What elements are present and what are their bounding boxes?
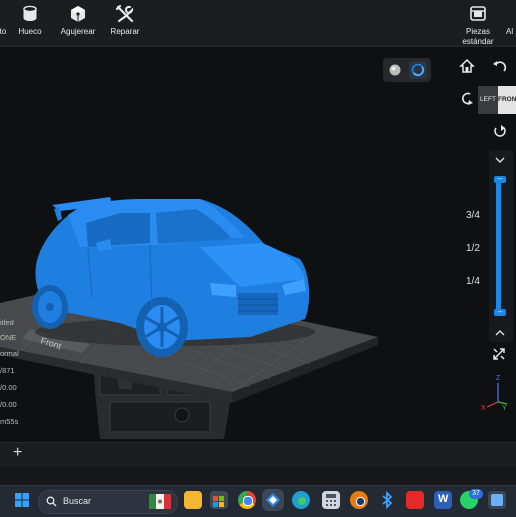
xray-icon	[411, 63, 425, 77]
whatsapp-unread-badge: 37	[469, 489, 483, 499]
axis-gizmo: Z X Y	[481, 375, 508, 412]
mexico-flag-icon	[149, 494, 171, 509]
undo-rotate-icon[interactable]	[492, 58, 508, 74]
render-mode-toggle	[383, 58, 431, 82]
drill-button[interactable]: Agujerear	[56, 0, 100, 46]
scene-render: Front	[0, 197, 378, 439]
standard-parts-button[interactable]: Piezas estándar	[460, 0, 496, 46]
file-explorer-icon[interactable]	[184, 491, 202, 509]
home-icon[interactable]	[459, 58, 475, 74]
toolbar-item-label: to	[0, 27, 7, 36]
toolbar-item-partial[interactable]: to	[0, 0, 10, 46]
rotate-right-icon[interactable]	[492, 124, 508, 140]
app-icon[interactable]	[488, 491, 506, 509]
bottom-bar	[0, 442, 516, 467]
edge-icon[interactable]	[292, 491, 310, 509]
word-icon[interactable]: W	[434, 491, 452, 509]
standard-parts-label-line2: estándar	[462, 37, 494, 46]
svg-text:Y: Y	[502, 405, 507, 412]
bottom-strip	[0, 467, 516, 485]
info-line: /871	[0, 366, 15, 375]
svg-text:X: X	[481, 405, 486, 412]
calculator-icon[interactable]	[322, 491, 340, 509]
info-line: /0.00	[0, 400, 17, 409]
3d-slicer-app-icon[interactable]	[264, 491, 282, 509]
layer-slider-track[interactable]	[496, 178, 501, 314]
fraction-three-quarters: 3/4	[466, 210, 480, 221]
add-button[interactable]: +	[13, 444, 22, 462]
view-cube-left[interactable]: LEFT	[478, 86, 498, 114]
info-line: ormal	[0, 349, 19, 358]
repair-button[interactable]: Reparar	[108, 0, 142, 46]
pdf-app-icon[interactable]	[406, 491, 424, 509]
layer-slider-bottom-handle[interactable]: –	[494, 308, 506, 316]
standard-parts-label-line1: Piezas	[465, 27, 490, 36]
xray-view-button[interactable]	[409, 61, 427, 79]
3d-viewport[interactable]: Front	[0, 47, 516, 441]
toolbar-item-partial-right[interactable]: Al	[506, 0, 516, 46]
hollow-button[interactable]: Hueco	[14, 0, 46, 46]
chevron-up-icon[interactable]	[494, 328, 506, 338]
toolbar-item-label-right: Al	[506, 27, 514, 36]
front-wheel	[136, 297, 188, 357]
view-cube[interactable]: LEFT FRONT	[478, 86, 516, 114]
car-model[interactable]	[32, 197, 315, 357]
info-line: ONE	[0, 333, 17, 342]
repair-label: Reparar	[110, 27, 140, 36]
wrench-screwdriver-icon	[115, 4, 134, 23]
hollow-label: Hueco	[18, 27, 42, 36]
info-line: itled	[0, 318, 14, 327]
sphere-icon	[389, 64, 401, 76]
bluetooth-icon[interactable]	[378, 491, 396, 509]
taskbar-search[interactable]: Buscar	[38, 490, 178, 514]
view-cube-front[interactable]: FRONT	[498, 86, 516, 114]
fraction-half: 1/2	[466, 243, 480, 254]
info-line: m55s	[0, 417, 19, 426]
layer-slider-fill	[496, 178, 501, 314]
svg-text:Z: Z	[496, 375, 501, 382]
chevron-down-icon[interactable]	[494, 155, 506, 165]
cylinder-icon	[23, 5, 37, 21]
info-line: /0.00	[0, 383, 17, 392]
solid-view-button[interactable]	[386, 61, 404, 79]
search-placeholder: Buscar	[63, 496, 92, 506]
chrome-icon[interactable]	[238, 491, 256, 509]
blender-icon[interactable]	[350, 491, 368, 509]
rotate-left-icon[interactable]	[459, 91, 475, 107]
windows-start-icon[interactable]	[14, 492, 30, 508]
cube-icon	[71, 6, 85, 22]
store-icon[interactable]	[210, 491, 228, 509]
fraction-quarter: 1/4	[466, 276, 480, 287]
parts-icon	[470, 6, 486, 21]
rear-wheel	[32, 285, 68, 329]
layer-slider-top-handle[interactable]: –	[494, 175, 506, 183]
drill-label: Agujerear	[60, 27, 96, 36]
search-icon	[46, 496, 57, 507]
move-arrows-icon[interactable]	[491, 346, 507, 362]
